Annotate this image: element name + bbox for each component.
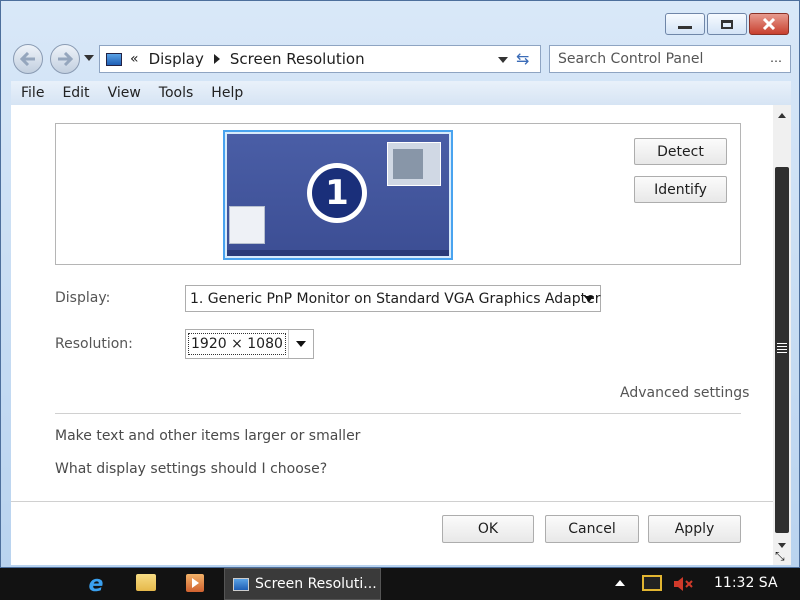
screen-resolution-task-button[interactable]: Screen Resoluti... [224, 568, 381, 600]
close-icon [762, 18, 776, 30]
title-bar[interactable] [1, 1, 800, 41]
detect-button[interactable]: Detect [634, 138, 727, 165]
scrollbar-thumb[interactable] [775, 167, 789, 533]
task-label: Screen Resoluti... [255, 576, 377, 592]
content-pane: 1 Detect Identify Display: 1. Generic Pn… [11, 105, 773, 565]
resolution-dropdown-icon [296, 341, 306, 347]
start-menu-preview-icon [229, 206, 265, 244]
minimize-icon [678, 25, 692, 29]
minimize-button[interactable] [665, 13, 705, 35]
section-divider [55, 413, 741, 414]
ok-button-label: OK [477, 521, 499, 537]
monitor-preview-panel: 1 Detect Identify [55, 123, 741, 265]
apply-button-label: Apply [674, 521, 715, 537]
display-label: Display: [55, 290, 111, 306]
network-icon[interactable] [642, 575, 662, 591]
apply-button[interactable]: Apply [648, 515, 741, 543]
monitor-1-thumbnail[interactable]: 1 [223, 130, 453, 260]
resolution-select[interactable]: 1920 × 1080 [185, 329, 314, 359]
menu-file[interactable]: File [11, 85, 52, 101]
back-arrow-icon [20, 52, 35, 66]
address-dropdown-icon[interactable] [498, 57, 508, 63]
resolution-select-divider [288, 330, 289, 358]
menu-tools[interactable]: Tools [149, 85, 202, 101]
menu-help[interactable]: Help [201, 85, 251, 101]
forward-arrow-icon [58, 52, 73, 66]
menu-edit[interactable]: Edit [52, 85, 97, 101]
detect-button-label: Detect [657, 143, 704, 160]
breadcrumb-overflow[interactable]: « [130, 51, 139, 67]
resolution-select-value: 1920 × 1080 [188, 333, 286, 355]
text-size-link[interactable]: Make text and other items larger or smal… [55, 428, 360, 444]
advanced-settings-link[interactable]: Advanced settings [620, 385, 749, 401]
display-dropdown-icon [584, 296, 594, 302]
window-preview-icon [387, 142, 441, 186]
identify-button[interactable]: Identify [634, 176, 727, 203]
ok-button[interactable]: OK [442, 515, 534, 543]
volume-muted-icon[interactable] [672, 574, 694, 594]
taskbar: e Screen Resoluti... 11:32 SA [0, 568, 800, 600]
maximize-button[interactable] [707, 13, 747, 35]
menu-bar: File Edit View Tools Help [11, 81, 791, 105]
monitor-screen: 1 [227, 134, 449, 256]
resolution-label: Resolution: [55, 336, 133, 352]
back-button[interactable] [13, 44, 43, 74]
taskbar-preview [227, 250, 449, 256]
identify-button-label: Identify [654, 181, 707, 198]
refresh-icon[interactable]: ⇆ [516, 49, 529, 68]
resize-grip-icon[interactable]: ⤡ [775, 549, 787, 563]
search-input[interactable]: Search Control Panel [558, 51, 703, 67]
vertical-scrollbar[interactable] [773, 105, 791, 565]
search-options-icon[interactable]: … [770, 51, 782, 65]
monitor-number: 1 [325, 173, 349, 213]
control-panel-window: « Display Screen Resolution ⇆ Search Con… [0, 0, 800, 568]
cancel-button-label: Cancel [568, 521, 616, 537]
recent-pages-dropdown-icon[interactable] [84, 55, 94, 61]
maximize-icon [721, 19, 733, 29]
footer-divider [11, 501, 773, 502]
display-select-value: 1. Generic PnP Monitor on Standard VGA G… [190, 290, 601, 307]
monitor-number-badge: 1 [307, 163, 367, 223]
display-control-panel-icon [106, 52, 122, 66]
search-box[interactable]: Search Control Panel … [549, 45, 791, 73]
scroll-down-icon[interactable] [778, 543, 786, 548]
task-display-icon [233, 577, 249, 591]
file-explorer-icon[interactable] [136, 574, 156, 591]
breadcrumb-separator-icon [213, 54, 220, 64]
media-player-icon[interactable] [186, 574, 204, 592]
menu-view[interactable]: View [98, 85, 149, 101]
display-select[interactable]: 1. Generic PnP Monitor on Standard VGA G… [185, 285, 601, 312]
scroll-up-icon[interactable] [778, 113, 786, 118]
close-button[interactable] [749, 13, 789, 35]
clock[interactable]: 11:32 SA [714, 575, 778, 591]
scrollbar-grip-icon [777, 343, 787, 353]
address-bar[interactable]: « Display Screen Resolution ⇆ [99, 45, 541, 73]
navigation-bar: « Display Screen Resolution ⇆ Search Con… [1, 41, 800, 77]
internet-explorer-icon[interactable]: e [84, 572, 108, 597]
show-hidden-icons-icon[interactable] [615, 580, 625, 586]
forward-button[interactable] [50, 44, 80, 74]
display-settings-help-link[interactable]: What display settings should I choose? [55, 461, 327, 477]
cancel-button[interactable]: Cancel [545, 515, 639, 543]
breadcrumb-display[interactable]: Display [149, 50, 204, 68]
breadcrumb-screen-resolution[interactable]: Screen Resolution [230, 50, 365, 68]
